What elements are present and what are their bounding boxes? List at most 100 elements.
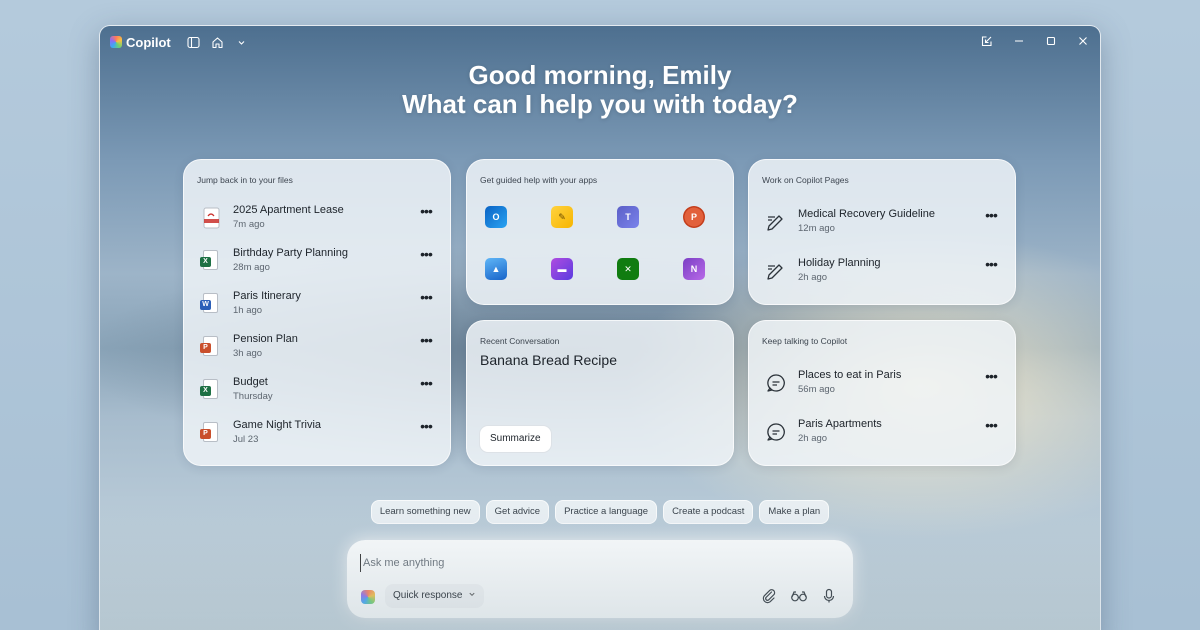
minimize-button[interactable] — [1008, 30, 1030, 52]
sidebar-icon — [187, 36, 200, 48]
file-time: 28m ago — [233, 262, 270, 273]
home-dropdown-button[interactable] — [231, 31, 253, 53]
file-time: 1h ago — [233, 305, 263, 316]
file-row[interactable]: P Game Night Trivia Jul 23 ••• — [184, 415, 450, 453]
minimize-icon — [1015, 40, 1023, 42]
page-edit-icon — [765, 211, 787, 233]
close-button[interactable] — [1072, 30, 1094, 52]
recent-conversation-card[interactable]: Recent Conversation Banana Bread Recipe … — [466, 320, 734, 466]
page-name: Holiday Planning — [798, 257, 881, 269]
card-title: Work on Copilot Pages — [762, 175, 849, 185]
page-edit-icon — [765, 260, 787, 282]
response-mode-dropdown[interactable]: Quick response — [385, 584, 485, 608]
conversation-title: Banana Bread Recipe — [480, 352, 617, 368]
powerpoint-icon[interactable]: P — [683, 206, 705, 228]
more-options-button[interactable]: ••• — [416, 290, 436, 310]
more-options-button[interactable]: ••• — [981, 369, 1001, 389]
vision-button[interactable] — [789, 586, 809, 606]
chat-bubble-icon — [765, 421, 787, 443]
chevron-down-icon — [469, 592, 475, 597]
response-mode-label: Quick response — [393, 590, 463, 601]
more-options-button[interactable]: ••• — [416, 376, 436, 396]
file-row[interactable]: P Pension Plan 3h ago ••• — [184, 329, 450, 367]
powerpoint-file-icon: P — [200, 336, 222, 358]
suggestion-chip[interactable]: Create a podcast — [663, 500, 754, 524]
message-composer: Quick response — [347, 540, 853, 618]
file-time: Thursday — [233, 391, 273, 402]
more-options-button[interactable]: ••• — [416, 419, 436, 439]
more-options-button[interactable]: ••• — [981, 418, 1001, 438]
paperclip-icon — [762, 589, 776, 604]
copilot-logo-icon — [110, 36, 122, 48]
excel-file-icon: X — [200, 250, 222, 272]
suggestion-chip[interactable]: Get advice — [485, 500, 550, 524]
file-row[interactable]: X Birthday Party Planning 28m ago ••• — [184, 243, 450, 281]
title-bar: Copilot — [100, 26, 1100, 58]
glasses-icon — [791, 591, 807, 602]
app-title: Copilot — [126, 34, 171, 50]
ask-input[interactable] — [360, 554, 830, 572]
pop-out-icon — [981, 36, 992, 47]
conversation-name: Paris Apartments — [798, 418, 882, 430]
suggestion-chip[interactable]: Practice a language — [555, 500, 658, 524]
file-name: Birthday Party Planning — [233, 247, 348, 259]
file-time: 7m ago — [233, 219, 265, 230]
xbox-icon[interactable]: ✕ — [617, 258, 639, 280]
page-row[interactable]: Holiday Planning 2h ago ••• — [749, 253, 1015, 291]
file-name: Budget — [233, 376, 268, 388]
conversation-time: 56m ago — [798, 384, 835, 395]
file-row[interactable]: 2025 Apartment Lease 7m ago ••• — [184, 200, 450, 238]
keep-talking-card: Keep talking to Copilot Places to eat in… — [748, 320, 1016, 466]
clipchamp-icon[interactable]: ▬ — [551, 258, 573, 280]
conversation-time: 2h ago — [798, 433, 828, 444]
onenote-icon[interactable]: N — [683, 258, 705, 280]
more-options-button[interactable]: ••• — [416, 333, 436, 353]
teams-icon[interactable]: T — [617, 206, 639, 228]
page-time: 12m ago — [798, 223, 835, 234]
recent-files-card: Jump back in to your files 2025 Apartmen… — [183, 159, 451, 466]
chat-bubble-icon — [765, 372, 787, 394]
compact-mode-button[interactable] — [976, 30, 998, 52]
file-row[interactable]: X Budget Thursday ••• — [184, 372, 450, 410]
guided-apps-card: Get guided help with your apps O ✎ T P ▲… — [466, 159, 734, 305]
home-button[interactable] — [207, 31, 229, 53]
outlook-icon[interactable]: O — [485, 206, 507, 228]
sticky-notes-icon[interactable]: ✎ — [551, 206, 573, 228]
card-title: Jump back in to your files — [197, 175, 293, 185]
file-row[interactable]: W Paris Itinerary 1h ago ••• — [184, 286, 450, 324]
greeting-heading: Good morning, Emily — [468, 60, 732, 90]
more-options-button[interactable]: ••• — [416, 247, 436, 267]
page-row[interactable]: Medical Recovery Guideline 12m ago ••• — [749, 204, 1015, 242]
copilot-window: Copilot Good morning, Emily What can I h… — [100, 26, 1100, 630]
file-time: 3h ago — [233, 348, 263, 359]
word-file-icon: W — [200, 293, 222, 315]
suggestion-chips: Learn something new Get advice Practice … — [100, 500, 1100, 524]
card-title: Recent Conversation — [480, 336, 560, 346]
file-name: Paris Itinerary — [233, 290, 301, 302]
more-options-button[interactable]: ••• — [981, 208, 1001, 228]
photos-icon[interactable]: ▲ — [485, 258, 507, 280]
voice-button[interactable] — [819, 586, 839, 606]
conversation-row[interactable]: Places to eat in Paris 56m ago ••• — [749, 365, 1015, 403]
pdf-file-icon — [200, 207, 222, 229]
card-title: Get guided help with your apps — [480, 175, 598, 185]
conversation-row[interactable]: Paris Apartments 2h ago ••• — [749, 414, 1015, 452]
file-name: Game Night Trivia — [233, 419, 322, 431]
greeting-subheading: What can I help you with today? — [402, 89, 798, 119]
page-name: Medical Recovery Guideline — [798, 208, 935, 220]
card-title: Keep talking to Copilot — [762, 336, 848, 346]
microphone-icon — [823, 588, 835, 603]
maximize-button[interactable] — [1040, 30, 1062, 52]
more-options-button[interactable]: ••• — [416, 204, 436, 224]
more-options-button[interactable]: ••• — [981, 257, 1001, 277]
app-logo: Copilot — [110, 35, 171, 50]
attach-button[interactable] — [759, 586, 779, 606]
close-icon — [1079, 37, 1087, 45]
suggestion-chip[interactable]: Make a plan — [759, 500, 830, 524]
summarize-button[interactable]: Summarize — [479, 425, 552, 453]
file-name: Pension Plan — [233, 333, 298, 345]
copilot-logo-icon — [361, 590, 375, 604]
maximize-icon — [1046, 36, 1056, 46]
sidebar-toggle-button[interactable] — [183, 31, 205, 53]
suggestion-chip[interactable]: Learn something new — [370, 500, 480, 524]
